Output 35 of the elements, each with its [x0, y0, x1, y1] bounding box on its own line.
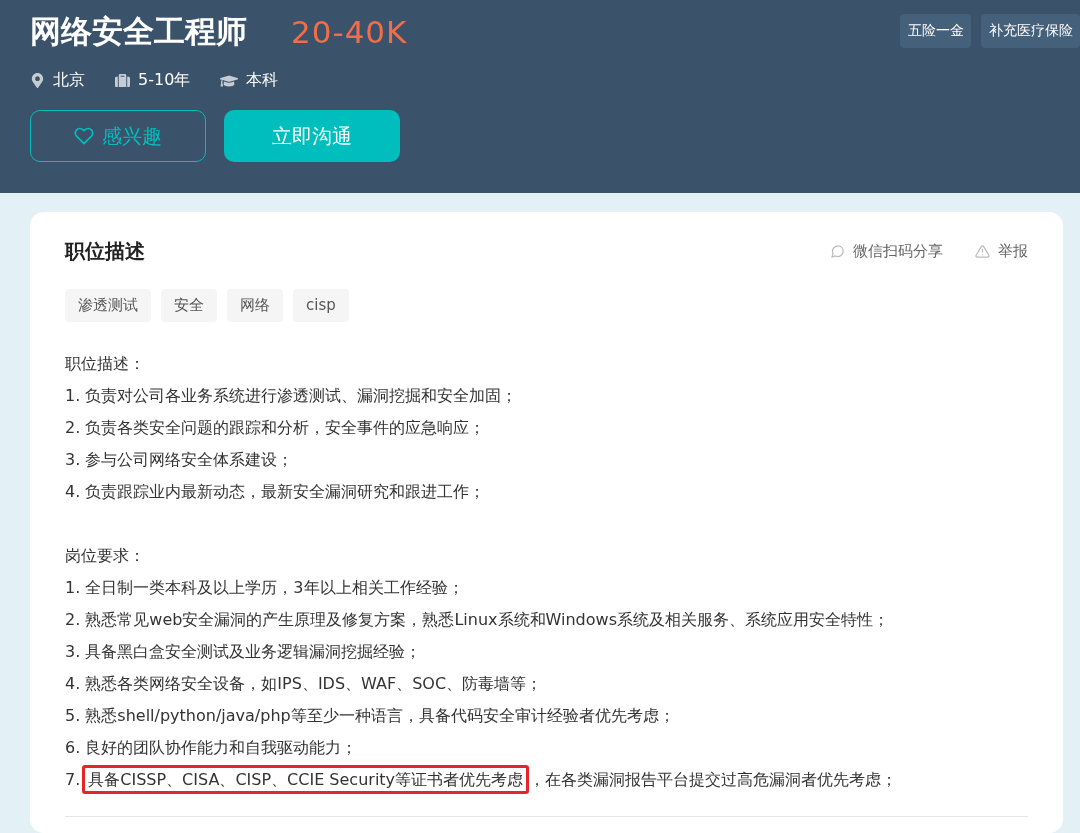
section-title: 职位描述 — [65, 238, 145, 265]
description-line: 6. 良好的团队协作能力和自我驱动能力； — [65, 737, 359, 759]
description-line: 1. 全日制一类本科及以上学历，3年以上相关工作经验； — [65, 577, 465, 599]
location-pin-icon — [30, 73, 45, 88]
interest-button[interactable]: 感兴趣 — [30, 110, 206, 162]
report-link[interactable]: 举报 — [975, 242, 1028, 261]
highlight-box: 具备CISSP、CISA、CISP、CCIE Security等证书者优先考虑 — [82, 765, 530, 794]
salary: 20-40K — [291, 14, 408, 50]
skill-tag: 网络 — [227, 289, 283, 322]
skill-tag: 渗透测试 — [65, 289, 151, 322]
heart-icon — [74, 126, 94, 146]
description-line: 5. 熟悉shell/python/java/php等至少一种语言，具备代码安全审计经验者优先考虑； — [65, 705, 676, 727]
warning-icon — [975, 244, 990, 259]
job-meta: 北京 — [53, 70, 85, 91]
description-line: 职位描述： — [65, 353, 146, 375]
benefit-tag: 五险一金 — [900, 14, 971, 48]
description-line: 3. 具备黑白盒安全测试及业务逻辑漏洞挖掘经验； — [65, 641, 423, 663]
description-line: 岗位要求： — [65, 545, 146, 567]
job-meta: 5-10年 — [138, 70, 191, 91]
description-line: 2. 熟悉常见web安全漏洞的产生原理及修复方案，熟悉Linux系统和Windows系统及相关服务、系统应用安全特性； — [65, 609, 890, 631]
description-line: 1. 负责对公司各业务系统进行渗透测试、漏洞挖掘和安全加固； — [65, 385, 519, 407]
share-link[interactable]: 微信扫码分享 — [830, 242, 943, 261]
description-line: 4. 熟悉各类网络安全设备，如IPS、IDS、WAF、SOC、防毒墙等； — [65, 673, 544, 695]
description-line: 4. 负责跟踪业内最新动态，最新安全漏洞研究和跟进工作； — [65, 481, 487, 503]
chat-bubble-icon — [830, 244, 845, 259]
benefit-tag: 补充医疗保险 — [981, 14, 1080, 48]
description-line: 2. 负责各类安全问题的跟踪和分析，安全事件的应急响应； — [65, 417, 487, 439]
description-line: ，在各类漏洞报告平台提交过高危漏洞者优先考虑； — [529, 770, 898, 789]
job-title: 网络安全工程师 — [30, 12, 247, 51]
job-meta: 本科 — [246, 70, 279, 91]
skill-tag: cisp — [293, 289, 349, 322]
description-line: 3. 参与公司网络安全体系建设； — [65, 449, 295, 471]
briefcase-icon — [115, 73, 130, 88]
skill-tag: 安全 — [161, 289, 217, 322]
description-line: 7. — [65, 770, 81, 789]
